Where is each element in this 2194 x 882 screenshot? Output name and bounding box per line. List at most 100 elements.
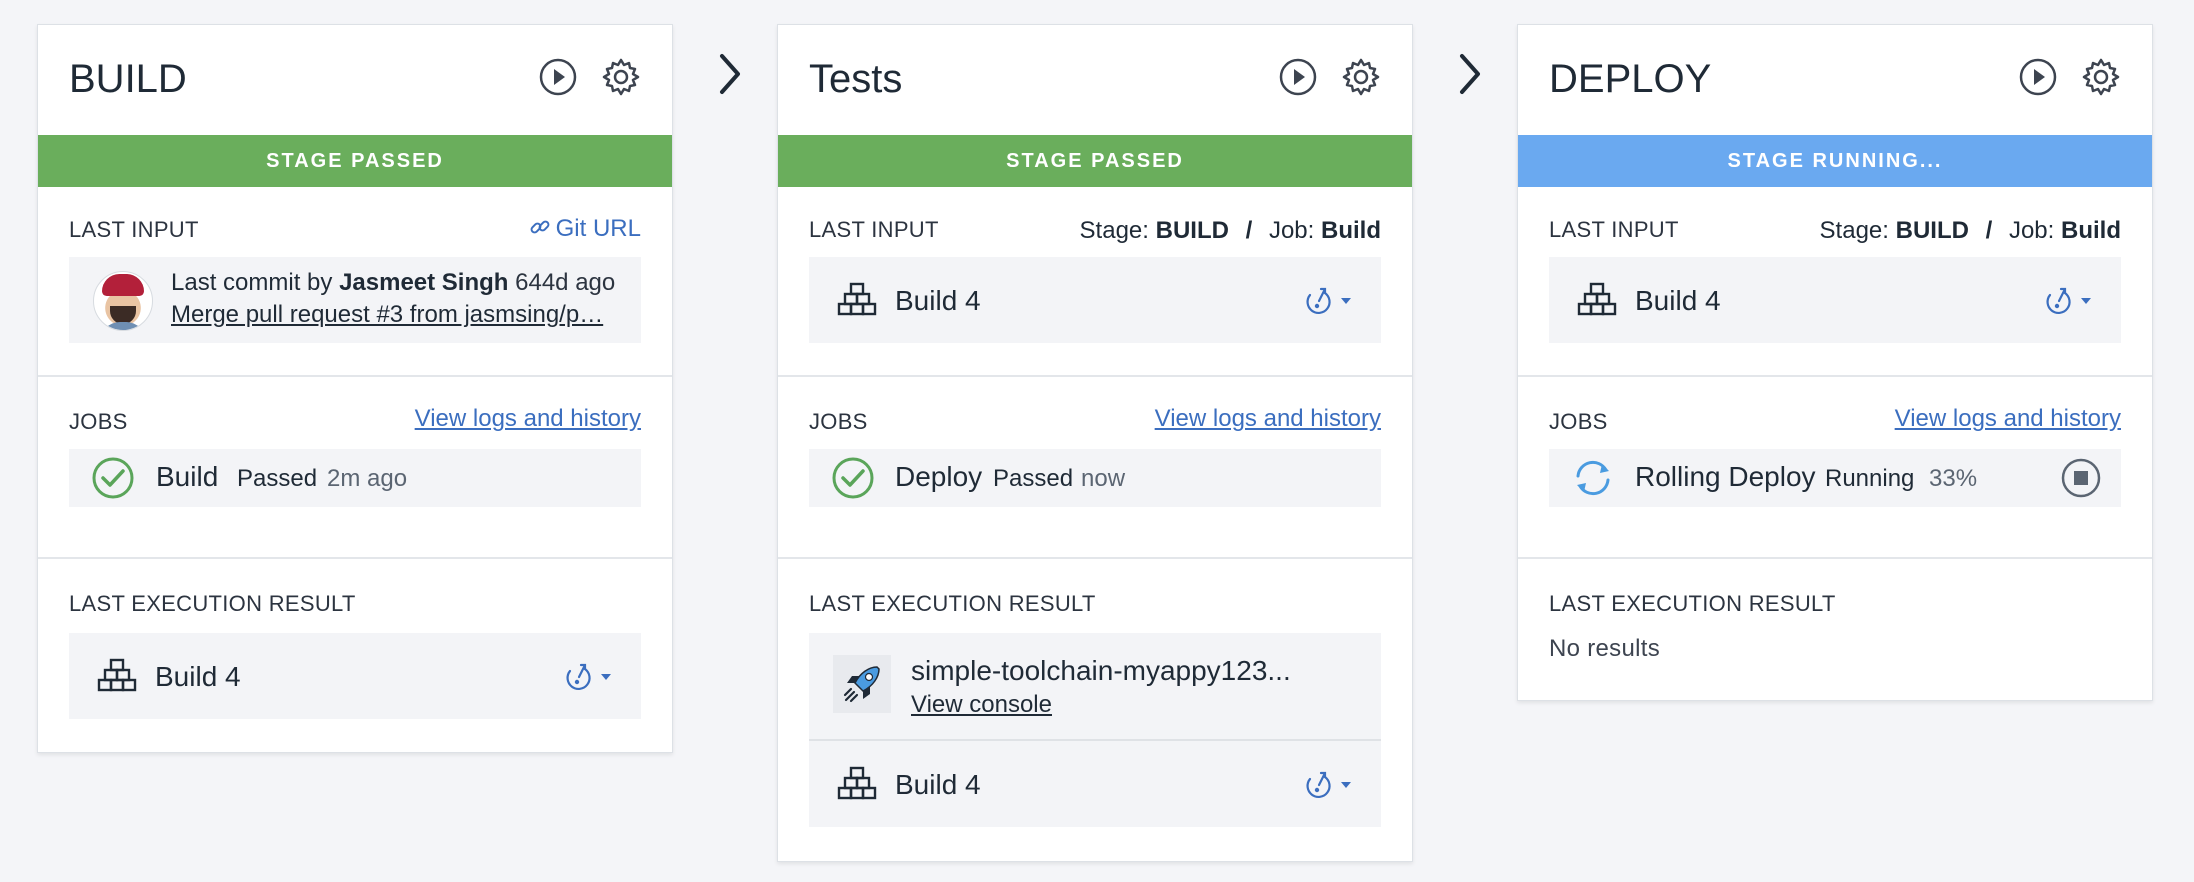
build-label: Build 4: [895, 285, 981, 316]
stage-header: Tests: [778, 25, 1412, 135]
view-console-link[interactable]: View console: [911, 691, 1052, 719]
job-source-value: Build: [1321, 217, 1381, 244]
app-name: simple-toolchain-myappy123...: [911, 655, 1291, 686]
source-separator: /: [1245, 217, 1253, 244]
source-separator: /: [1985, 217, 1993, 244]
job-source-value: Build: [2061, 217, 2121, 244]
run-stage-icon[interactable]: [2018, 57, 2058, 97]
job-progress: 33%: [1929, 465, 1978, 492]
commit-age: 644d ago: [515, 269, 616, 296]
last-input-section: LAST INPUT Stage: BUILD / Job: Build Bui…: [1518, 187, 2152, 377]
job-name: Build: [156, 461, 219, 492]
commit-message-link[interactable]: Merge pull request #3 from jasmsing/p…: [171, 301, 603, 329]
deploy-menu-icon[interactable]: [1301, 767, 1357, 803]
input-build-row: Build 4: [1549, 257, 2121, 343]
execution-build-row: Build 4: [69, 633, 641, 719]
stage-title: Tests: [809, 57, 903, 101]
input-source: Stage: BUILD / Job: Build: [1820, 217, 2121, 245]
run-stage-icon[interactable]: [538, 57, 578, 97]
link-icon: [528, 215, 552, 246]
jobs-label: JOBS: [69, 409, 128, 434]
jobs-section: JOBS View logs and history Build Passed …: [38, 377, 672, 559]
last-execution-section: LAST EXECUTION RESULT simple-toolchain-m…: [778, 559, 1412, 865]
settings-gear-icon[interactable]: [1341, 57, 1381, 97]
last-input-section: LAST INPUT Stage: BUILD / Job: Build Bui…: [778, 187, 1412, 377]
settings-gear-icon[interactable]: [2081, 57, 2121, 97]
view-logs-link[interactable]: View logs and history: [415, 405, 641, 433]
deploy-menu-icon[interactable]: [1301, 283, 1357, 319]
deploy-menu-icon[interactable]: [2041, 283, 2097, 319]
job-time: 2m ago: [327, 465, 408, 492]
chevron-right-icon: [714, 52, 744, 96]
build-artifact-icon: [837, 765, 877, 805]
stage-source-value: BUILD: [1155, 217, 1229, 244]
last-execution-section: LAST EXECUTION RESULT Build 4: [38, 559, 672, 756]
check-circle-icon: [831, 456, 875, 500]
build-label: Build 4: [1635, 285, 1721, 316]
git-url-link[interactable]: Git URL: [528, 215, 641, 246]
job-time: now: [1081, 465, 1126, 492]
last-input-label: LAST INPUT: [809, 217, 939, 242]
build-artifact-icon: [837, 281, 877, 321]
check-circle-icon: [91, 456, 135, 500]
stage-card-tests: Tests STAGE PASSED LAST INPUT Stage: BUI…: [777, 24, 1413, 862]
stage-source-label: Stage:: [1079, 217, 1149, 244]
input-build-row: Build 4: [809, 257, 1381, 343]
jobs-label: JOBS: [1549, 409, 1608, 434]
job-status: Running: [1825, 465, 1915, 492]
build-artifact-icon: [97, 657, 137, 697]
job-name: Rolling Deploy: [1635, 461, 1816, 492]
last-execution-label: LAST EXECUTION RESULT: [809, 591, 1096, 616]
settings-gear-icon[interactable]: [601, 57, 641, 97]
job-source-label: Job:: [1268, 217, 1315, 244]
stage-title: DEPLOY: [1549, 57, 1712, 101]
jobs-label: JOBS: [809, 409, 868, 434]
stage-source-label: Stage:: [1819, 217, 1889, 244]
view-logs-link[interactable]: View logs and history: [1895, 405, 2121, 433]
stage-status-banner: STAGE PASSED: [38, 135, 672, 187]
build-label: Build 4: [895, 769, 981, 800]
last-input-section: LAST INPUT Git URL Last commit by Jasmee…: [38, 187, 672, 377]
job-status: Passed: [237, 465, 318, 492]
commit-prefix: Last commit by: [171, 269, 333, 296]
stage-header: DEPLOY: [1518, 25, 2152, 135]
job-row[interactable]: Build Passed 2m ago: [69, 449, 641, 507]
input-source: Stage: BUILD / Job: Build: [1080, 217, 1381, 245]
stage-source-value: BUILD: [1895, 217, 1969, 244]
rocket-icon: [833, 655, 891, 713]
execution-app-row: simple-toolchain-myappy123... View conso…: [809, 633, 1381, 741]
view-logs-link[interactable]: View logs and history: [1155, 405, 1381, 433]
commit-author: Jasmeet Singh: [339, 269, 509, 296]
git-url-text: Git URL: [555, 215, 641, 242]
job-name: Deploy: [895, 461, 983, 492]
stage-title: BUILD: [69, 57, 187, 101]
stage-header: BUILD: [38, 25, 672, 135]
jobs-section: JOBS View logs and history Rolling Deplo…: [1518, 377, 2152, 559]
stage-card-deploy: DEPLOY STAGE RUNNING... LAST INPUT Stage…: [1517, 24, 2153, 701]
chevron-right-icon: [1454, 52, 1484, 96]
last-input-label: LAST INPUT: [69, 217, 199, 242]
last-input-label: LAST INPUT: [1549, 217, 1679, 242]
last-commit-box: Last commit by Jasmeet Singh 644d ago Me…: [69, 257, 641, 343]
build-label: Build 4: [155, 661, 241, 692]
job-status: Passed: [993, 465, 1074, 492]
stage-status-banner: STAGE RUNNING...: [1518, 135, 2152, 187]
commit-summary: Last commit by Jasmeet Singh 644d ago: [171, 269, 615, 297]
last-execution-label: LAST EXECUTION RESULT: [69, 591, 356, 616]
execution-build-row: Build 4: [809, 741, 1381, 827]
stage-card-build: BUILD STAGE PASSED LAST INPUT Git URL La…: [37, 24, 673, 753]
last-execution-section: LAST EXECUTION RESULT No results: [1518, 559, 2152, 704]
job-source-label: Job:: [2008, 217, 2055, 244]
stop-icon[interactable]: [2059, 456, 2103, 500]
last-execution-label: LAST EXECUTION RESULT: [1549, 591, 1836, 616]
refresh-running-icon: [1571, 456, 1615, 500]
job-row[interactable]: Deploy Passed now: [809, 449, 1381, 507]
no-results-text: No results: [1549, 635, 1661, 662]
jobs-section: JOBS View logs and history Deploy Passed…: [778, 377, 1412, 559]
deploy-menu-icon[interactable]: [561, 659, 617, 695]
run-stage-icon[interactable]: [1278, 57, 1318, 97]
build-artifact-icon: [1577, 281, 1617, 321]
stage-status-banner: STAGE PASSED: [778, 135, 1412, 187]
avatar: [93, 271, 153, 331]
job-row[interactable]: Rolling Deploy Running 33%: [1549, 449, 2121, 507]
